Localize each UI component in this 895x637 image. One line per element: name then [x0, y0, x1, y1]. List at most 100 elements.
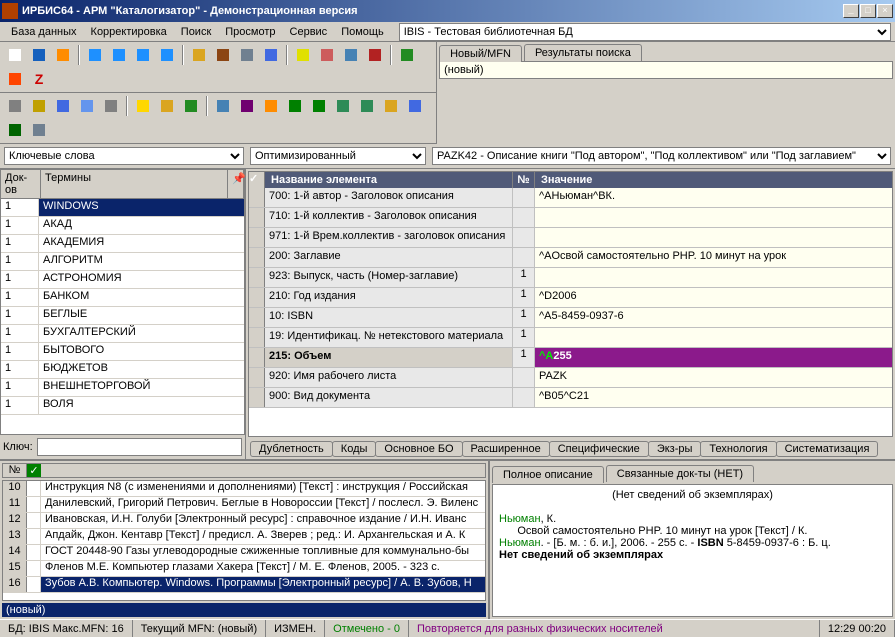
term-row[interactable]: 1ВОЛЯ [1, 397, 244, 415]
database-select[interactable]: IBIS - Тестовая библиотечная БД [399, 23, 891, 41]
field-row[interactable]: 971: 1-й Врем.коллектив - заголовок опис… [249, 228, 892, 248]
term-row[interactable]: 1БУХГАЛТЕРСКИЙ [1, 325, 244, 343]
term-row[interactable]: 1БАНКОМ [1, 289, 244, 307]
z-icon[interactable]: Z [28, 68, 50, 90]
tool17-icon[interactable] [404, 95, 426, 117]
worksheet-tab[interactable]: Дублетность [250, 441, 333, 457]
pin-icon[interactable]: 📌 [228, 170, 244, 198]
tool9-icon[interactable] [212, 95, 234, 117]
field-row[interactable]: 19: Идентификац. № нетекстового материал… [249, 328, 892, 348]
menu-просмотр[interactable]: Просмотр [218, 24, 282, 40]
delete-icon[interactable] [364, 44, 386, 66]
copy-icon[interactable] [292, 44, 314, 66]
menu-сервис[interactable]: Сервис [283, 24, 335, 40]
tool18-icon[interactable] [4, 119, 26, 141]
tool4-icon[interactable] [76, 95, 98, 117]
worksheet-tab[interactable]: Систематизация [776, 441, 879, 457]
record-row[interactable]: 14ГОСТ 20448-90 Газы углеводородные сжиж… [3, 545, 485, 561]
tool6-icon[interactable] [132, 95, 154, 117]
book-icon[interactable] [188, 44, 210, 66]
tab-related-docs[interactable]: Связанные док-ты (НЕТ) [606, 465, 754, 482]
tool3-icon[interactable] [52, 95, 74, 117]
field-row[interactable]: 210: Год издания1^D2006 [249, 288, 892, 308]
term-row[interactable]: 1АСТРОНОМИЯ [1, 271, 244, 289]
records-grid[interactable]: 10Инструкция N8 (с изменениями и дополне… [2, 480, 486, 601]
search-mode-select[interactable]: Ключевые слова [4, 147, 244, 165]
save-icon[interactable] [28, 44, 50, 66]
worksheet-tab[interactable]: Расширенное [462, 441, 550, 457]
term-row[interactable]: 1АКАДЕМИЯ [1, 235, 244, 253]
terms-grid[interactable]: 1WINDOWS1АКАД1АКАДЕМИЯ1АЛГОРИТМ1АСТРОНОМ… [0, 199, 245, 435]
record-row[interactable]: 11Данилевский, Григорий Петрович. Беглые… [3, 497, 485, 513]
tool10-icon[interactable] [236, 95, 258, 117]
first-icon[interactable] [84, 44, 106, 66]
tab-search-results[interactable]: Результаты поиска [524, 44, 642, 61]
record-row[interactable]: 15Фленов М.Е. Компьютер глазами Хакера [… [3, 561, 485, 577]
cut-icon[interactable] [316, 44, 338, 66]
menu-корректировка[interactable]: Корректировка [84, 24, 174, 40]
tool11-icon[interactable] [260, 95, 282, 117]
field-row[interactable]: 900: Вид документа^B05^C21 [249, 388, 892, 408]
next-icon[interactable] [132, 44, 154, 66]
globe-icon[interactable] [396, 44, 418, 66]
minimize-button[interactable]: _ [843, 4, 859, 18]
key-input[interactable] [37, 438, 242, 456]
field-row[interactable]: 920: Имя рабочего листаPAZK [249, 368, 892, 388]
record-row[interactable]: 12Ивановская, И.Н. Голуби [Электронный р… [3, 513, 485, 529]
field-row[interactable]: 700: 1-й автор - Заголовок описания^AНью… [249, 188, 892, 208]
term-row[interactable]: 1БЕГЛЫЕ [1, 307, 244, 325]
menu-поиск[interactable]: Поиск [174, 24, 218, 40]
term-row[interactable]: 1БЫТОВОГО [1, 343, 244, 361]
tool13-icon[interactable] [308, 95, 330, 117]
record-row[interactable]: 13Апдайк, Джон. Кентавр [Текст] / предис… [3, 529, 485, 545]
tool14-icon[interactable] [332, 95, 354, 117]
field-row[interactable]: 10: ISBN1^A5-8459-0937-6 [249, 308, 892, 328]
terms-header-count[interactable]: Док-ов [1, 170, 41, 198]
tool12-icon[interactable] [284, 95, 306, 117]
field-row[interactable]: 200: Заглавие^AОсвой самостоятельно PHP.… [249, 248, 892, 268]
prev-icon[interactable] [108, 44, 130, 66]
tab-full-description[interactable]: Полное описание [492, 466, 604, 483]
maximize-button[interactable]: □ [860, 4, 876, 18]
record-row[interactable]: 16Зубов А.В. Компьютер. Windows. Програм… [3, 577, 485, 593]
view-mode-select[interactable]: Оптимизированный [250, 147, 426, 165]
preview-icon[interactable] [260, 44, 282, 66]
paste-icon[interactable] [340, 44, 362, 66]
tool15-icon[interactable] [356, 95, 378, 117]
worksheet-tab[interactable]: Экз-ры [648, 441, 702, 457]
new-icon[interactable] [4, 44, 26, 66]
menu-помощь[interactable]: Помощь [334, 24, 391, 40]
undo-icon[interactable] [52, 44, 74, 66]
tool16-icon[interactable] [380, 95, 402, 117]
tool5-icon[interactable] [100, 95, 122, 117]
tool7-icon[interactable] [156, 95, 178, 117]
last-icon[interactable] [156, 44, 178, 66]
spell-icon[interactable] [4, 68, 26, 90]
record-row[interactable]: 10Инструкция N8 (с изменениями и дополне… [3, 481, 485, 497]
field-row[interactable]: 710: 1-й коллектив - Заголовок описания [249, 208, 892, 228]
worksheet-select[interactable]: PAZK42 - Описание книги "Под автором", "… [432, 147, 891, 165]
term-row[interactable]: 1АЛГОРИТМ [1, 253, 244, 271]
worksheet-tab[interactable]: Основное БО [375, 441, 462, 457]
worksheet-tab[interactable]: Специфические [549, 441, 649, 457]
worksheet-tab[interactable]: Технология [700, 441, 776, 457]
rec-header-check-icon[interactable]: ✓ [27, 464, 41, 477]
term-row[interactable]: 1АКАД [1, 217, 244, 235]
print-icon[interactable] [236, 44, 258, 66]
term-row[interactable]: 1WINDOWS [1, 199, 244, 217]
rec-header-num[interactable]: № [3, 464, 27, 477]
close-button[interactable]: × [877, 4, 893, 18]
tool2-icon[interactable] [28, 95, 50, 117]
books-icon[interactable] [212, 44, 234, 66]
tool19-icon[interactable] [28, 119, 50, 141]
tab-new-mfn[interactable]: Новый/MFN [439, 45, 522, 62]
fields-grid[interactable]: ✓ Название элемента № Значение 700: 1-й … [248, 171, 893, 437]
field-row[interactable]: 215: Объем1^A255 [249, 348, 892, 368]
term-row[interactable]: 1ВНЕШНЕТОРГОВОЙ [1, 379, 244, 397]
worksheet-tab[interactable]: Коды [332, 441, 377, 457]
tool1-icon[interactable] [4, 95, 26, 117]
field-row[interactable]: 923: Выпуск, часть (Номер-заглавие)1 [249, 268, 892, 288]
terms-header-term[interactable]: Термины [41, 170, 228, 198]
tool8-icon[interactable] [180, 95, 202, 117]
menu-база данных[interactable]: База данных [4, 24, 84, 40]
